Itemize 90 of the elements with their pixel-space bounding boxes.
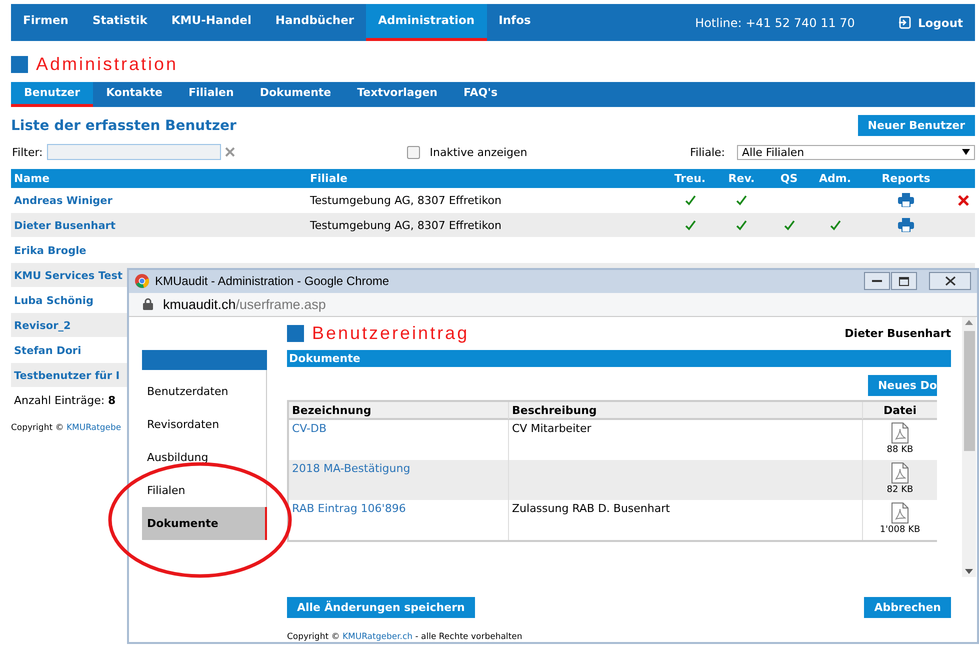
column-header: Name [13,172,51,185]
file-size: 1'008 KB [880,525,920,535]
sidebar-item[interactable]: Ausbildung [142,441,266,474]
list-title: Liste der erfassten Benutzer [11,118,236,134]
copyright-text: Copyright © [11,423,64,433]
maximize-icon [899,276,909,286]
count-value: 8 [108,394,116,407]
copyright-text: Copyright © KMURatgeber.ch - alle Rechte vorbehalten [287,632,524,642]
copyright-link[interactable]: KMURatgebe [66,423,122,433]
close-icon [944,276,956,286]
scroll-down-icon[interactable] [965,569,973,574]
branch-dropdown[interactable]: Alle Filialen [737,144,975,160]
user-name-link[interactable]: Testbenutzer für I [14,370,120,382]
delete-icon[interactable] [958,194,969,206]
new-document-button[interactable]: Neues Do [868,375,937,396]
scrollbar[interactable] [962,317,976,577]
clear-icon[interactable] [224,147,235,157]
nav-tab[interactable]: KMU-Handel [159,4,264,41]
file-size: 88 KB [886,445,914,455]
sub-nav-tab[interactable]: Textvorlagen [344,82,450,107]
document-link[interactable]: 2018 MA-Bestätigung [292,462,410,475]
dropdown-caret-icon [962,149,970,155]
maximize-button[interactable] [891,272,917,290]
printer-icon[interactable] [898,193,914,207]
column-header: Bezeichnung [289,402,509,419]
sub-nav-tab[interactable]: Dokumente [246,82,344,107]
document-link[interactable]: RAB Eintrag 106'896 [292,502,406,515]
user-name: Dieter Busenhart [844,326,951,340]
nav-tab[interactable]: Handbücher [263,4,366,41]
user-name-link[interactable]: Erika Brogle [14,244,86,256]
title-square-icon [287,324,304,342]
scroll-up-icon[interactable] [965,320,973,325]
column-header: Datei [882,403,918,419]
lock-icon [143,298,153,310]
description-cell: Zulassung RAB D. Busenhart [512,502,670,515]
sidebar-item[interactable]: Dokumente [142,507,267,540]
column-header: Beschreibung [509,402,863,419]
user-name-link[interactable]: KMU Services Test [14,270,122,282]
page-title: Administration [36,54,178,74]
file-size: 82 KB [886,485,914,495]
branch-cell-text: Testumgebung AG, 8307 Effretikon [309,194,502,206]
user-name-link[interactable]: Dieter Busenhart [14,220,116,232]
sub-nav-tab[interactable]: Kontakte [93,82,176,107]
entry-title: Benutzereintrag [312,322,470,344]
window-title: KMUaudit - Administration - Google Chrome [155,274,390,288]
logout-link[interactable]: Logout [898,4,963,41]
minimize-button[interactable] [864,272,890,290]
document-link[interactable]: CV-DB [292,422,327,435]
column-header: Reports [880,172,932,185]
close-button[interactable] [929,272,971,290]
branch-label: Filiale: [690,146,725,158]
save-button[interactable]: Alle Änderungen speichern [287,597,475,618]
pdf-file-icon[interactable] [891,462,909,484]
new-user-button[interactable]: Neuer Benutzer [858,115,975,136]
pdf-file-icon[interactable] [891,422,909,444]
cancel-button[interactable]: Abbrechen [864,597,951,618]
sub-nav-tab[interactable]: FAQ's [450,82,511,107]
copyright-link[interactable]: KMURatgeber.ch [342,632,413,642]
count-label: Anzahl Einträge: [14,394,105,407]
nav-tab[interactable]: Administration [366,4,487,41]
section-title: Dokumente [289,352,360,365]
hotline-text: Hotline: +41 52 740 11 70 [695,14,855,32]
title-square-icon [11,56,28,72]
user-name-link[interactable]: Andreas Winiger [14,194,112,206]
branch-cell-text: Testumgebung AG, 8307 Effretikon [309,218,502,232]
nav-tab[interactable]: Statistik [80,4,160,41]
nav-tab[interactable]: Infos [486,4,543,41]
browser-logo-icon [135,274,149,288]
printer-icon[interactable] [898,218,914,232]
column-header: Rev. [727,172,756,185]
user-name-link[interactable]: Luba Schönig [14,294,94,306]
sub-nav-tab[interactable]: Benutzer [11,82,94,107]
column-header: Filiale [309,172,348,185]
sidebar-item[interactable]: Revisordaten [142,408,266,441]
logout-icon [898,16,912,29]
filter-field[interactable] [46,144,221,160]
sub-nav-tab[interactable]: Filialen [176,82,247,107]
inactive-label: Inaktive anzeigen [430,146,528,158]
nav-tab[interactable]: Firmen [11,4,80,41]
sidebar-item[interactable]: Benutzerdaten [142,375,266,408]
user-name-link[interactable]: Revisor_2 [14,320,71,332]
user-name-link[interactable]: Stefan Dori [14,344,82,356]
pdf-file-icon[interactable] [891,502,909,524]
filter-label: Filter: [12,146,43,158]
column-header: Treu. [673,172,707,185]
sidebar-item[interactable]: Filialen [142,474,266,507]
address-bar[interactable]: kmuaudit.ch/userframe.asp [129,292,977,317]
column-header: Adm. [818,172,852,185]
column-header: QS [779,172,799,185]
description-cell: CV Mitarbeiter [512,422,592,435]
